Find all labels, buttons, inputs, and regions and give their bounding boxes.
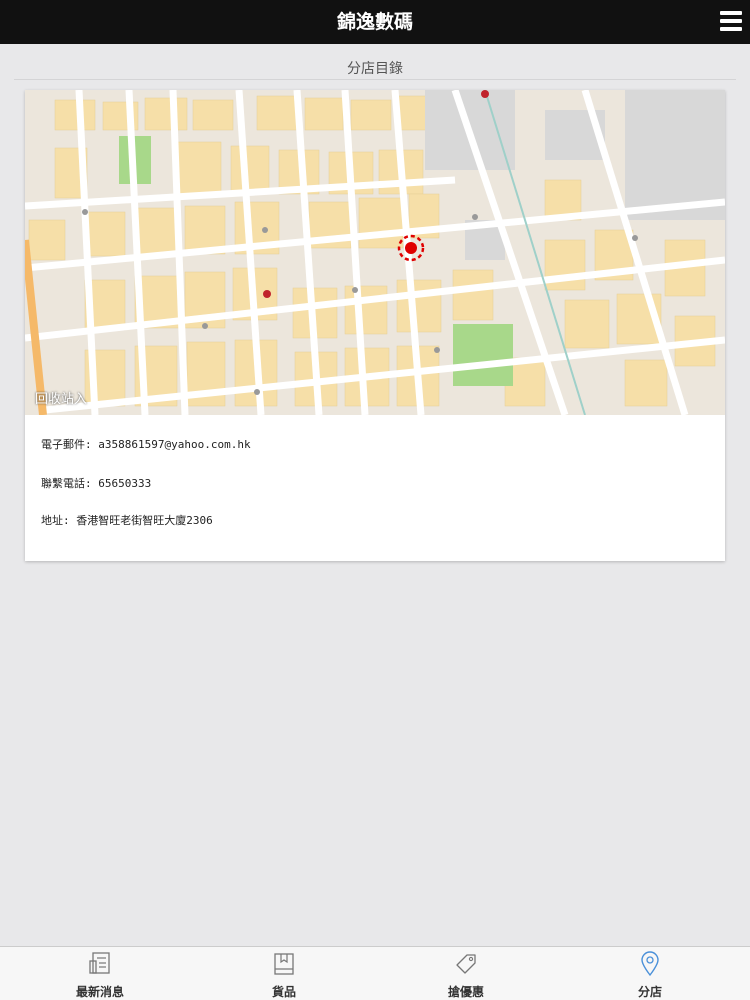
address-row: 地址: 香港智旺老街智旺大廈2306 [41, 512, 213, 528]
phone-row: 聯繫電話: 65650333 [41, 475, 151, 491]
phone-value[interactable]: 65650333 [98, 477, 151, 490]
address-label: 地址: [41, 514, 70, 527]
bottom-nav: 最新消息 貨品 搶優惠 分店 [0, 946, 750, 1000]
nav-products[interactable]: 貨品 [224, 947, 344, 1000]
nav-deals-label: 搶優惠 [447, 985, 484, 999]
page-title: 分店目錄 [347, 61, 403, 77]
app-header: 錦逸數碼 [0, 0, 750, 44]
app-title: 錦逸數碼 [336, 11, 413, 33]
title-divider [14, 79, 736, 80]
email-row: 電子郵件: a358861597@yahoo.com.hk [41, 436, 251, 452]
nav-branches-label: 分店 [637, 985, 662, 999]
hamburger-menu-icon[interactable] [720, 11, 742, 33]
nav-deals[interactable]: 搶優惠 [406, 947, 526, 1000]
nav-news-label: 最新消息 [75, 985, 124, 999]
store-card: 回收站入 電子郵件: a358861597@yahoo.com.hk 聯繫電話:… [25, 90, 725, 561]
location-pin-icon [641, 951, 659, 977]
street-view-label[interactable]: 回收站入 [35, 388, 87, 407]
tag-icon [456, 954, 476, 974]
address-value: 香港智旺老街智旺大廈2306 [76, 514, 213, 527]
map-image [25, 90, 725, 415]
email-value[interactable]: a358861597@yahoo.com.hk [98, 438, 250, 451]
nav-products-label: 貨品 [271, 985, 296, 999]
news-icon [89, 952, 110, 974]
phone-label: 聯繫電話: [41, 477, 92, 490]
book-icon [274, 953, 294, 975]
nav-news[interactable]: 最新消息 [40, 947, 160, 1000]
store-map[interactable]: 回收站入 [25, 90, 725, 415]
email-label: 電子郵件: [41, 438, 92, 451]
nav-branches[interactable]: 分店 [590, 947, 710, 1000]
